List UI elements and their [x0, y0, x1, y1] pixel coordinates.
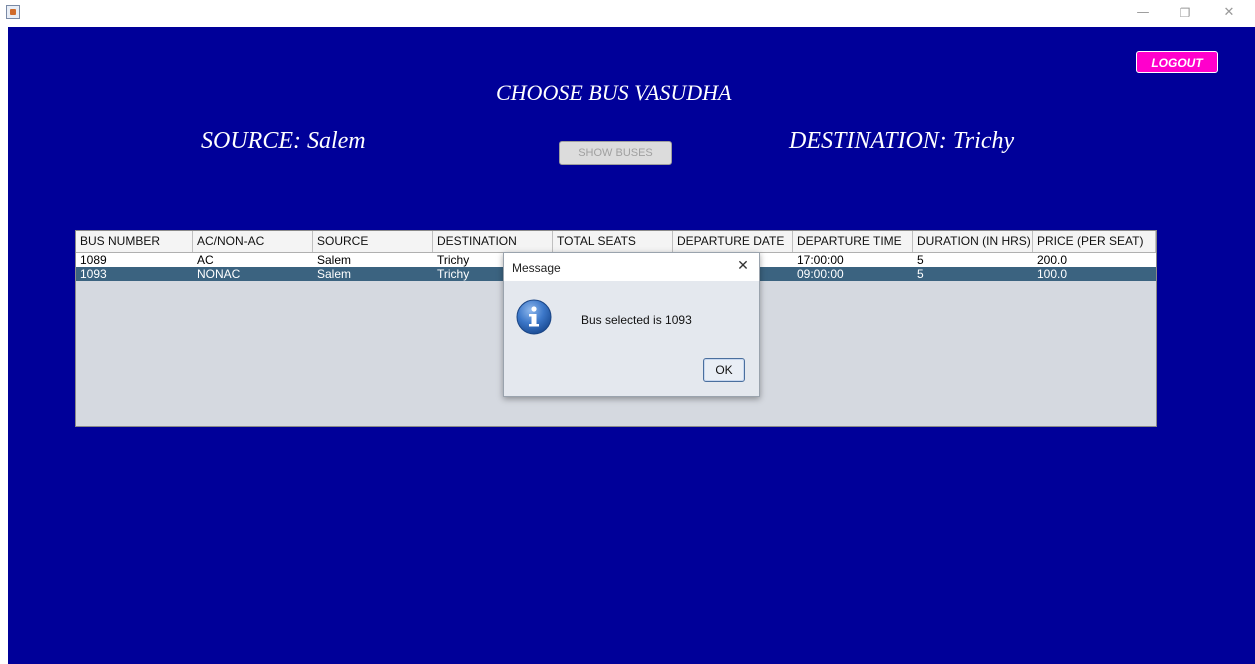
dialog-message: Bus selected is 1093 — [581, 313, 692, 327]
column-header-departure-time[interactable]: DEPARTURE TIME — [793, 231, 913, 252]
cell-price: 200.0 — [1037, 253, 1068, 267]
cell-source: Salem — [317, 253, 352, 267]
table-header: BUS NUMBER AC/NON-AC SOURCE DESTINATION … — [76, 231, 1156, 253]
minimize-button[interactable]: — — [1132, 3, 1154, 23]
window-title-bar: — ❐ ✕ — [0, 0, 1255, 26]
page-title: CHOOSE BUS VASUDHA — [496, 80, 732, 105]
restore-button[interactable]: ❐ — [1174, 3, 1196, 23]
cell-duration: 5 — [917, 253, 924, 267]
column-header-source[interactable]: SOURCE — [313, 231, 433, 252]
column-header-price[interactable]: PRICE (PER SEAT) — [1033, 231, 1156, 252]
cell-price: 100.0 — [1037, 267, 1068, 281]
cell-departure-time: 17:00:00 — [797, 253, 844, 267]
cell-departure-time: 09:00:00 — [797, 267, 844, 281]
dialog-close-button[interactable]: ✕ — [734, 257, 752, 275]
dialog-title: Message — [512, 261, 561, 275]
cell-source: Salem — [317, 267, 352, 281]
column-header-departure-date[interactable]: DEPARTURE DATE — [673, 231, 793, 252]
cell-bus-number: 1089 — [80, 253, 107, 267]
dialog-title-bar[interactable]: Message ✕ — [504, 253, 759, 281]
message-dialog: Message ✕ Bus selected is 1093 OK — [503, 252, 760, 397]
source-label: SOURCE: Salem — [201, 128, 366, 154]
column-header-ac-non-ac[interactable]: AC/NON-AC — [193, 231, 313, 252]
cell-duration: 5 — [917, 267, 924, 281]
column-header-bus-number[interactable]: BUS NUMBER — [76, 231, 193, 252]
logout-button[interactable]: LOGOUT — [1136, 51, 1218, 73]
cell-ac-non-ac: AC — [197, 253, 214, 267]
column-header-total-seats[interactable]: TOTAL SEATS — [553, 231, 673, 252]
cell-bus-number: 1093 — [80, 267, 107, 281]
column-header-destination[interactable]: DESTINATION — [433, 231, 553, 252]
show-buses-button[interactable]: SHOW BUSES — [559, 141, 672, 165]
ok-button[interactable]: OK — [703, 358, 745, 382]
cell-ac-non-ac: NONAC — [197, 267, 241, 281]
column-header-duration[interactable]: DURATION (IN HRS) — [913, 231, 1033, 252]
destination-label: DESTINATION: Trichy — [789, 128, 1015, 154]
java-cup-icon — [6, 5, 20, 19]
info-icon — [516, 299, 552, 335]
close-window-button[interactable]: ✕ — [1218, 3, 1240, 23]
